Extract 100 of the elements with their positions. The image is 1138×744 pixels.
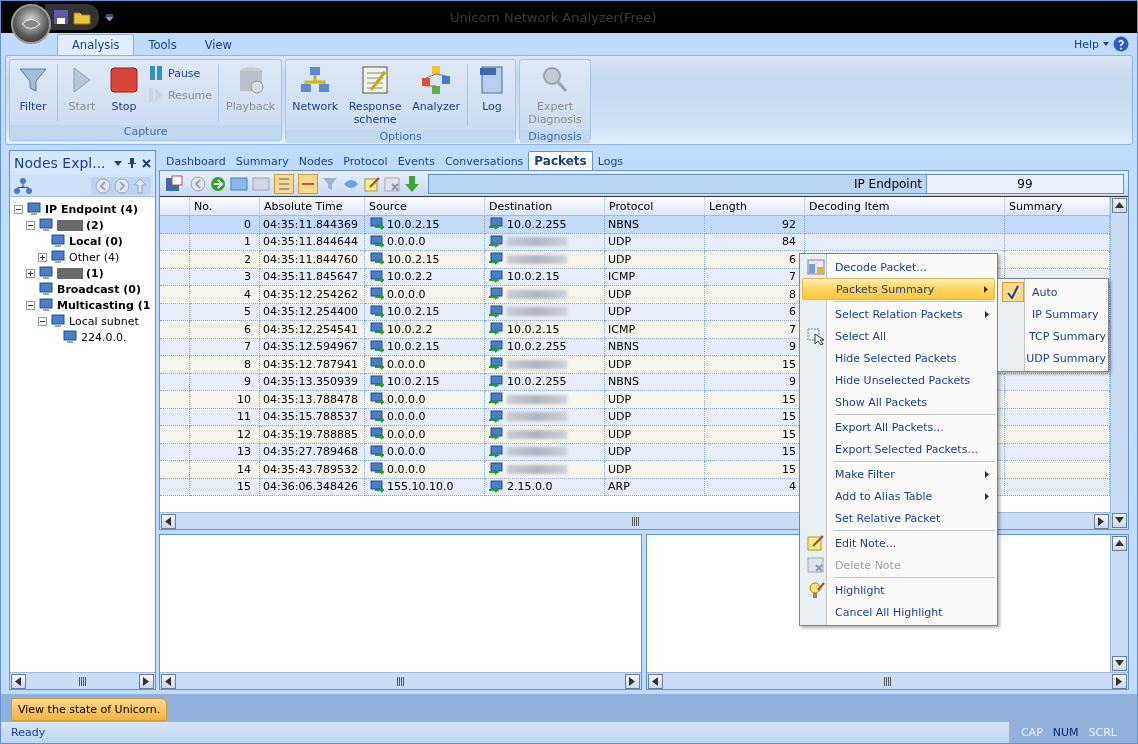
- tree-item[interactable]: (1): [57, 266, 104, 280]
- packet-pane-tab[interactable]: Conversations: [439, 153, 529, 170]
- hex-icon[interactable]: [298, 173, 318, 194]
- tree-item[interactable]: Broadcast (0): [57, 282, 141, 296]
- table-cell: UDP: [605, 426, 705, 444]
- row-header-cell: [160, 391, 190, 409]
- host-out-icon: [368, 357, 384, 372]
- pin-icon[interactable]: [128, 158, 136, 168]
- table-cell: 10.0.2.2: [387, 322, 433, 336]
- app-menu-button[interactable]: [11, 4, 51, 44]
- blurred-text: [507, 464, 567, 474]
- table-cell: 10.0.2.15: [507, 322, 560, 336]
- column-header[interactable]: Decoding Item: [805, 197, 1005, 216]
- note-pencil-icon[interactable]: [364, 175, 380, 192]
- network-icon[interactable]: [14, 177, 32, 194]
- ribbon-button[interactable]: Network: [289, 62, 342, 128]
- collapse-toggle[interactable]: [14, 204, 23, 214]
- customize-arrow-icon[interactable]: [105, 12, 114, 22]
- table-cell: 2: [190, 251, 260, 269]
- computer-icon: [50, 314, 66, 328]
- collapse-toggle[interactable]: [26, 300, 35, 310]
- help-icon[interactable]: [1113, 36, 1129, 52]
- expand-toggle[interactable]: [38, 252, 47, 262]
- ribbon-button[interactable]: Response scheme: [343, 62, 408, 128]
- state-tab[interactable]: View the state of Unicorn.: [11, 698, 168, 721]
- column-header[interactable]: Absolute Time: [260, 197, 365, 216]
- scroll-grip-icon: [631, 516, 639, 526]
- tree-item[interactable]: Local subnet: [69, 314, 139, 328]
- download-arrow-icon[interactable]: [404, 174, 420, 193]
- collapse-toggle[interactable]: [38, 316, 47, 326]
- table-cell: 12: [190, 426, 260, 444]
- tree-item[interactable]: Multicasting (1: [57, 298, 151, 312]
- scroll-right-button[interactable]: [625, 673, 640, 689]
- scroll-right-button[interactable]: [139, 673, 154, 689]
- ribbon-button[interactable]: Pause: [146, 64, 215, 82]
- ribbon-button[interactable]: Log: [472, 62, 512, 128]
- blurred-text: [507, 447, 567, 457]
- tree-item[interactable]: Local (0): [69, 234, 123, 248]
- packet-pane-tab[interactable]: Protocol: [338, 153, 393, 170]
- ribbon-button[interactable]: Filter: [13, 62, 53, 123]
- ribbon-tab[interactable]: Analysis: [57, 34, 135, 55]
- menu-item[interactable]: Set Relative Packet: [802, 507, 995, 529]
- collapse-toggle[interactable]: [26, 220, 35, 230]
- close-icon[interactable]: [142, 158, 151, 168]
- packet-pane-tab[interactable]: Events: [392, 153, 440, 170]
- column-header[interactable]: Source: [365, 197, 485, 216]
- scroll-down-button[interactable]: [1112, 513, 1127, 528]
- menu-item[interactable]: Highlight: [802, 579, 995, 601]
- row-header-cell: [160, 478, 190, 496]
- column-header[interactable]: Summary: [1005, 197, 1110, 216]
- packet-pane-tab[interactable]: Logs: [592, 153, 629, 170]
- tree-item[interactable]: Other (4): [69, 250, 120, 264]
- scroll-right-button[interactable]: [1112, 673, 1127, 689]
- table-cell: 04:35:12.787941: [260, 356, 365, 374]
- scroll-left-button[interactable]: [648, 673, 663, 689]
- scroll-down-button[interactable]: [1112, 656, 1127, 671]
- scroll-left-button[interactable]: [11, 673, 26, 689]
- scroll-left-button[interactable]: [161, 513, 176, 529]
- scroll-grip-icon: [884, 676, 891, 686]
- folder-icon[interactable]: [73, 9, 91, 25]
- packet-pane-tab[interactable]: Packets: [528, 151, 593, 170]
- delete-note-icon: [806, 556, 825, 574]
- packet-pane-tab[interactable]: Nodes: [293, 153, 339, 170]
- column-header[interactable]: Destination: [485, 197, 605, 216]
- save-icon[interactable]: [53, 9, 69, 25]
- tree-item[interactable]: 224.0.0.: [81, 330, 127, 344]
- scroll-up-button[interactable]: [1112, 198, 1127, 213]
- column-header[interactable]: No.: [190, 197, 260, 216]
- ribbon-button[interactable]: Stop: [104, 62, 144, 123]
- menu-item[interactable]: Edit Note...: [802, 532, 995, 554]
- tree-item[interactable]: (2): [57, 218, 104, 232]
- ribbon-tab[interactable]: View: [190, 35, 247, 55]
- column-header[interactable]: Protocol: [605, 197, 705, 216]
- menu-item[interactable]: Cancel All Highlight: [802, 601, 995, 623]
- help-menu[interactable]: Help: [1073, 37, 1099, 51]
- scroll-left-button[interactable]: [161, 673, 176, 689]
- forward-icon[interactable]: [210, 175, 226, 192]
- scroll-right-button[interactable]: [1094, 513, 1109, 529]
- table-row[interactable]: 0 04:35:11.844369 10.0.2.15 10.0.2.255 NBNS 92: [160, 216, 1110, 234]
- packet-pane-tab[interactable]: Summary: [230, 153, 294, 170]
- table-cell: 10.0.2.255: [507, 217, 567, 231]
- ribbon-tab[interactable]: Tools: [134, 35, 191, 55]
- submenu-arrow-icon: [985, 470, 989, 478]
- expand-toggle[interactable]: [26, 268, 35, 278]
- menu-item[interactable]: Packets Summary: [802, 278, 995, 300]
- submenu-arrow-icon: [985, 310, 989, 318]
- column-header[interactable]: Length: [705, 197, 805, 216]
- ribbon-button[interactable]: Analyzer: [409, 62, 463, 128]
- packet-pane-tab[interactable]: Dashboard: [161, 153, 231, 170]
- host-out-icon: [368, 392, 384, 407]
- table-cell: UDP: [605, 286, 705, 304]
- table-cell: 0.0.0.0: [387, 427, 426, 441]
- tree-item[interactable]: IP Endpoint (4): [45, 202, 139, 216]
- host-out-icon: [368, 304, 384, 319]
- host-in-icon: [488, 252, 504, 267]
- export-icon[interactable]: [164, 174, 186, 193]
- host-in-icon: [488, 409, 504, 424]
- scroll-up-button[interactable]: [1112, 536, 1127, 551]
- host-out-icon: [368, 374, 384, 389]
- dropdown-arrow-icon[interactable]: [114, 160, 122, 166]
